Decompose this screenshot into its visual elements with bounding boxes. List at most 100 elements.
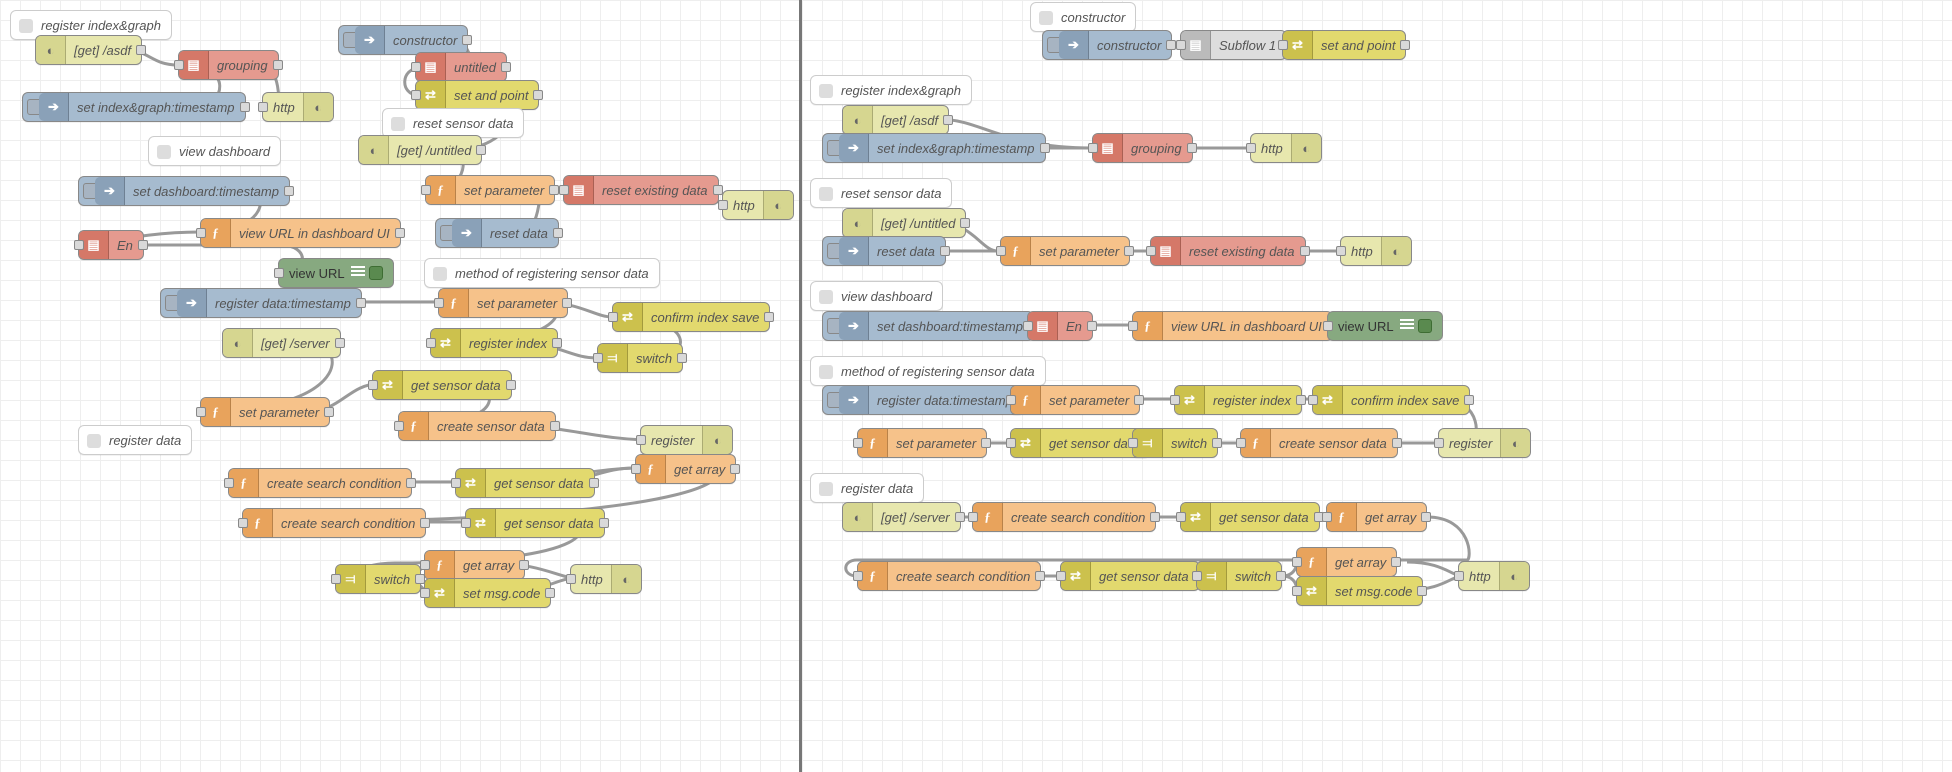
label: get array [1335,555,1386,570]
inject-node[interactable]: ➔ set index&graph:timestamp [822,133,1046,163]
http-response-node[interactable]: http ◐ [262,92,334,122]
globe-icon: ◐ [702,426,732,454]
http-response-node[interactable]: http ◐ [1340,236,1412,266]
inject-node[interactable]: ➔ set dashboard:timestamp [822,311,1034,341]
toggle-icon[interactable] [369,266,383,280]
right-flow-canvas[interactable]: constructor ➔ constructor ▤ Subflow 1 ⇄ … [802,0,1952,772]
change-node[interactable]: ⇄ get sensor data [1060,561,1200,591]
change-node[interactable]: ⇄ get sensor data [455,468,595,498]
template-node[interactable]: ▤ En [1027,311,1093,341]
http-in-node[interactable]: ◐ [get] /server [222,328,341,358]
http-in-node[interactable]: ◐ [get] /asdf [842,105,949,135]
function-node[interactable]: ƒ set parameter [1000,236,1130,266]
label: register index [469,336,547,351]
http-response-node[interactable]: http ◐ [1458,561,1530,591]
label: get array [1365,510,1416,525]
template-node[interactable]: ▤ untitled [415,52,507,82]
label: set parameter [239,405,319,420]
switch-node[interactable]: ⫤ switch [1196,561,1282,591]
comment-node[interactable]: register data [78,425,192,455]
change-node[interactable]: ⇄ set msg.code [424,578,551,608]
comment-node[interactable]: register index&graph [810,75,972,105]
template-node[interactable]: ▤ reset existing data [1150,236,1306,266]
change-node[interactable]: ⇄ set and point [415,80,539,110]
function-node[interactable]: ƒ set parameter [1010,385,1140,415]
inject-node[interactable]: ➔ set dashboard:timestamp [78,176,290,206]
arrow-icon: ➔ [839,134,869,162]
debug-node[interactable]: view URL [278,258,394,288]
inject-node[interactable]: ➔ constructor [1042,30,1172,60]
function-node[interactable]: ƒ set parameter [857,428,987,458]
template-node[interactable]: ▤ En [78,230,144,260]
globe-icon: ◐ [223,329,253,357]
http-in-node[interactable]: ◐ [get] /untitled [842,208,966,238]
comment-node[interactable]: reset sensor data [382,108,524,138]
function-node[interactable]: ƒ view URL in dashboard UI [1132,311,1333,341]
toggle-icon[interactable] [1418,319,1432,333]
inject-node[interactable]: ➔ register data:timestamp [822,385,1024,415]
label: http [581,572,603,587]
bars-icon [1400,319,1414,333]
function-node[interactable]: ƒ set parameter [425,175,555,205]
template-node[interactable]: ▤ grouping [178,50,279,80]
inject-node[interactable]: ➔ constructor [338,25,468,55]
function-node[interactable]: ƒ get array [1296,547,1397,577]
change-node[interactable]: ⇄ set msg.code [1296,576,1423,606]
function-node[interactable]: ƒ create search condition [242,508,426,538]
label: set dashboard:timestamp [133,184,279,199]
change-node[interactable]: ⇄ get sensor data [372,370,512,400]
switch-node[interactable]: ⫤ switch [335,564,421,594]
change-node[interactable]: ⇄ confirm index save [612,302,770,332]
function-node[interactable]: ƒ set parameter [438,288,568,318]
change-node[interactable]: ⇄ register index [1174,385,1302,415]
inject-node[interactable]: ➔ reset data [822,236,946,266]
debug-node[interactable]: view URL [1327,311,1443,341]
function-node[interactable]: ƒ create sensor data [398,411,556,441]
http-in-node[interactable]: ◐ [get] /server [842,502,961,532]
change-node[interactable]: ⇄ get sensor data [1180,502,1320,532]
globe-icon: ◐ [843,209,873,237]
http-response-node[interactable]: register ◐ [640,425,733,455]
function-node[interactable]: ƒ get array [1326,502,1427,532]
inject-node[interactable]: ➔ set index&graph:timestamp [22,92,246,122]
comment-node[interactable]: reset sensor data [810,178,952,208]
change-node[interactable]: ⇄ get sensor data [465,508,605,538]
template-node[interactable]: ▤ reset existing data [563,175,719,205]
inject-node[interactable]: ➔ reset data [435,218,559,248]
function-node[interactable]: ƒ create search condition [857,561,1041,591]
change-node[interactable]: ⇄ confirm index save [1312,385,1470,415]
label: get sensor data [494,476,584,491]
inject-node[interactable]: ➔ register data:timestamp [160,288,362,318]
change-node[interactable]: ⇄ set and point [1282,30,1406,60]
comment-node[interactable]: constructor [1030,2,1136,32]
left-flow-canvas[interactable]: register index&graph ◐ [get] /asdf ▤ gro… [0,0,802,772]
http-response-node[interactable]: http ◐ [722,190,794,220]
function-node[interactable]: ƒ create sensor data [1240,428,1398,458]
http-in-node[interactable]: ◐ [get] /asdf [35,35,142,65]
http-response-node[interactable]: http ◐ [1250,133,1322,163]
globe-icon: ◐ [36,36,66,64]
comment-node[interactable]: method of registering sensor data [810,356,1046,386]
label: switch [1235,569,1271,584]
comment-node[interactable]: method of registering sensor data [424,258,660,288]
change-node[interactable]: ⇄ register index [430,328,558,358]
comment-node[interactable]: view dashboard [148,136,281,166]
switch-node[interactable]: ⫤ switch [1132,428,1218,458]
http-in-node[interactable]: ◐ [get] /untitled [358,135,482,165]
function-node[interactable]: ƒ create search condition [972,502,1156,532]
function-node[interactable]: ƒ get array [635,454,736,484]
function-node[interactable]: ƒ get array [424,550,525,580]
function-node[interactable]: ƒ create search condition [228,468,412,498]
switch-node[interactable]: ⫤ switch [597,343,683,373]
http-response-node[interactable]: http ◐ [570,564,642,594]
comment-node[interactable]: register data [810,473,924,503]
label: register [1449,436,1492,451]
template-node[interactable]: ▤ grouping [1092,133,1193,163]
subflow-node[interactable]: ▤ Subflow 1 [1180,30,1287,60]
function-node[interactable]: ƒ set parameter [200,397,330,427]
comment-node[interactable]: view dashboard [810,281,943,311]
function-node[interactable]: ƒ view URL in dashboard UI [200,218,401,248]
label: set index&graph:timestamp [77,100,235,115]
http-response-node[interactable]: register ◐ [1438,428,1531,458]
label: register data:timestamp [877,393,1013,408]
